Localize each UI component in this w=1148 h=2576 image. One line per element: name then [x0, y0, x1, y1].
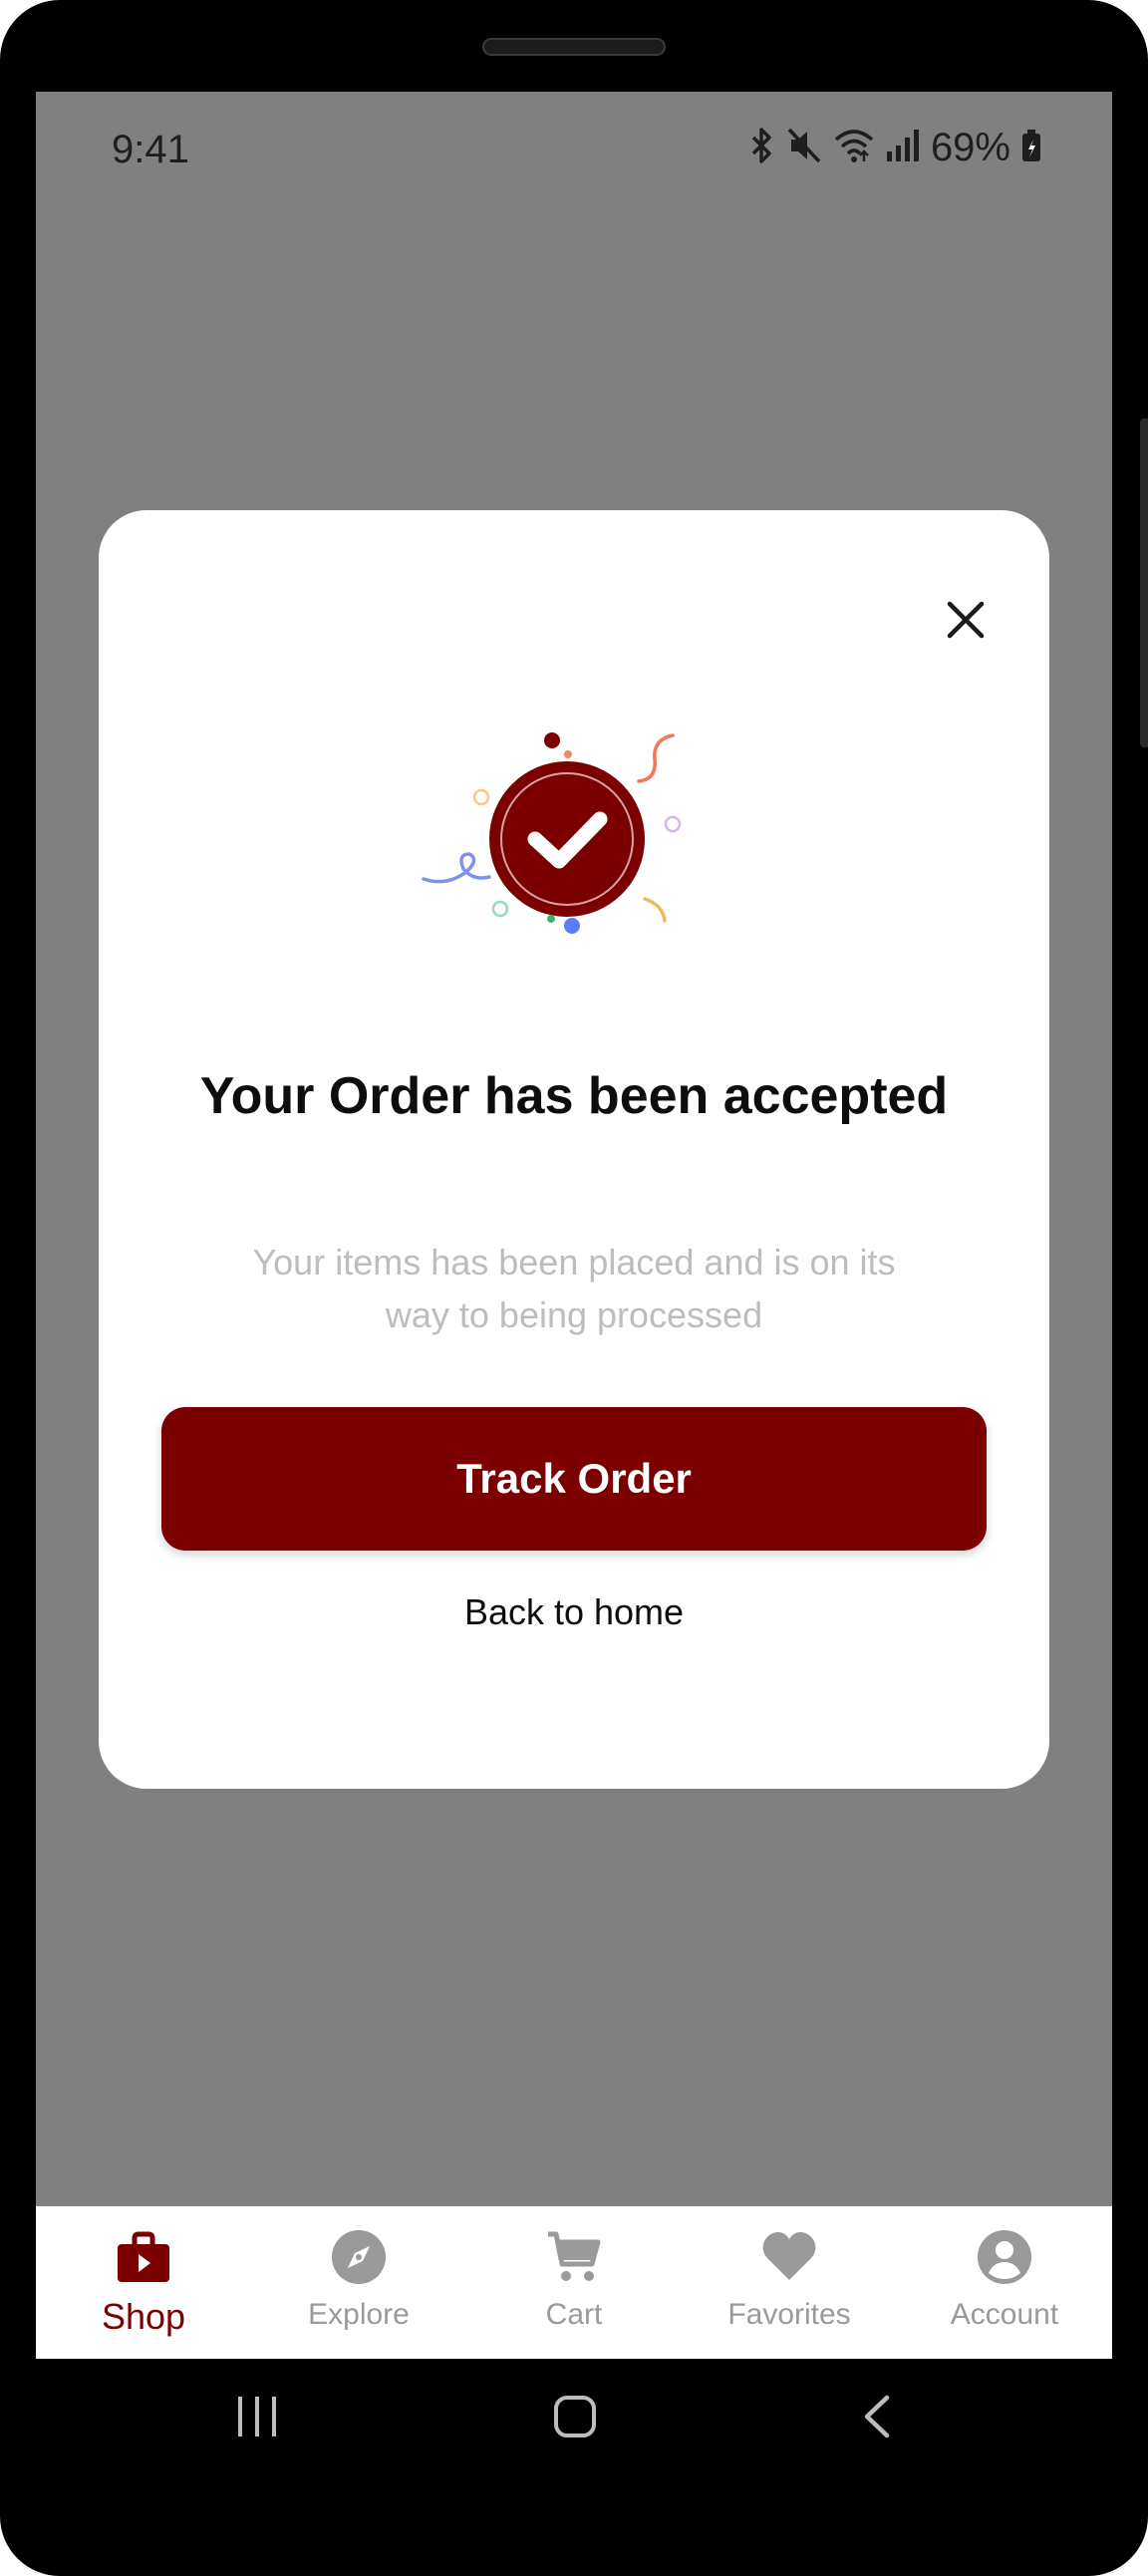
nav-item-explore[interactable]: Explore — [251, 2206, 466, 2359]
success-illustration — [418, 710, 717, 969]
signal-icon — [885, 126, 921, 170]
nav-label-explore: Explore — [308, 2298, 410, 2331]
compass-icon — [330, 2228, 388, 2286]
back-button[interactable] — [859, 2394, 895, 2444]
battery-percent: 69% — [930, 126, 1010, 169]
account-icon — [976, 2228, 1033, 2286]
heart-icon — [760, 2228, 818, 2286]
back-icon — [859, 2394, 895, 2444]
home-icon — [552, 2394, 598, 2444]
success-badge — [489, 761, 645, 917]
recents-button[interactable] — [235, 2394, 279, 2444]
phone-frame: 9:41 69% Your Order has been accepted Yo… — [0, 0, 1148, 2576]
nav-label-favorites: Favorites — [727, 2298, 851, 2331]
nav-item-shop[interactable]: Shop — [36, 2206, 251, 2359]
status-icons: 69% — [747, 126, 1042, 170]
system-navigation-bar — [36, 2359, 1112, 2488]
recents-icon — [235, 2394, 279, 2444]
nav-item-account[interactable]: Account — [897, 2206, 1112, 2359]
dialog-subtitle: Your items has been placed and is on its… — [252, 1242, 896, 1335]
earpiece-speaker — [482, 38, 666, 56]
status-time: 9:41 — [112, 128, 189, 171]
bluetooth-icon — [747, 126, 777, 170]
nav-label-account: Account — [950, 2298, 1059, 2331]
back-to-home-link[interactable]: Back to home — [398, 1576, 750, 1648]
mute-icon — [787, 126, 823, 170]
nav-item-cart[interactable]: Cart — [466, 2206, 682, 2359]
cart-icon — [545, 2228, 603, 2286]
nav-item-favorites[interactable]: Favorites — [682, 2206, 897, 2359]
shop-bag-icon — [115, 2228, 172, 2286]
order-accepted-dialog: Your Order has been accepted Your items … — [99, 510, 1049, 1789]
wifi-icon — [833, 126, 875, 170]
nav-label-shop: Shop — [101, 2296, 186, 2337]
dialog-title: Your Order has been accepted — [199, 1067, 949, 1125]
home-button[interactable] — [552, 2394, 598, 2444]
battery-icon — [1020, 126, 1042, 170]
side-button — [1140, 419, 1148, 747]
bottom-navigation: Shop Explore Cart Favorites Account — [36, 2206, 1112, 2359]
close-button[interactable] — [936, 592, 996, 652]
track-order-button[interactable]: Track Order — [161, 1407, 987, 1551]
nav-label-cart: Cart — [545, 2298, 603, 2331]
status-bar: 9:41 69% — [36, 92, 1112, 211]
close-icon — [946, 600, 986, 645]
screen: 9:41 69% Your Order has been accepted Yo… — [36, 92, 1112, 2359]
